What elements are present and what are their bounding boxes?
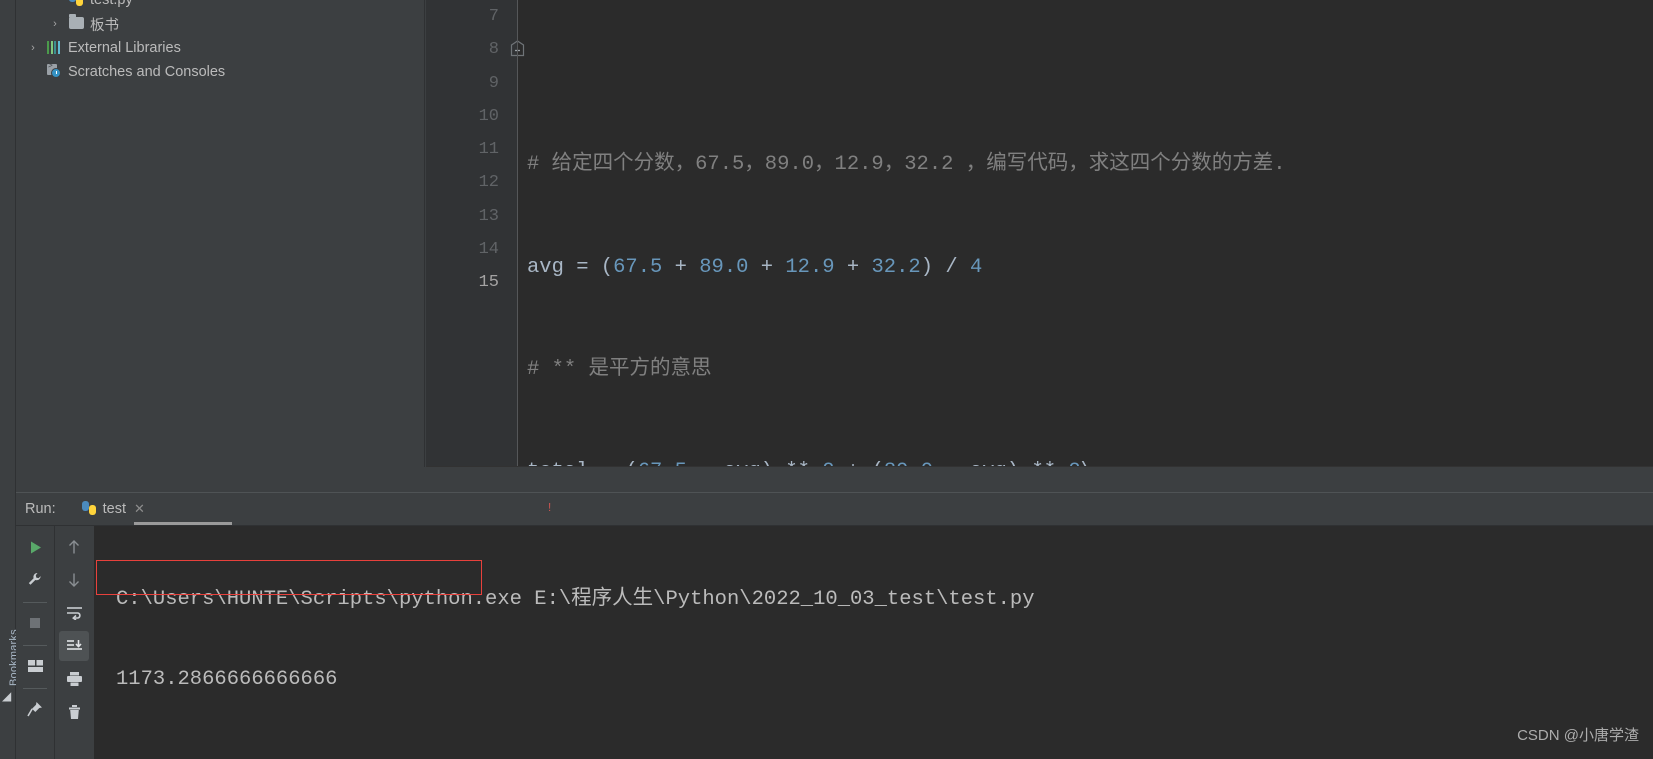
external-libraries-icon bbox=[44, 40, 64, 56]
line-number-current: 15 bbox=[478, 273, 499, 293]
pycharm-window: Bookmarks ◢ test.py › 板书 › External Libr… bbox=[0, 0, 1653, 759]
rerun-button[interactable] bbox=[20, 532, 50, 562]
line-number: 12 bbox=[478, 173, 499, 193]
console-marker-icon: ! bbox=[546, 501, 554, 515]
tree-item-label: Scratches and Consoles bbox=[68, 64, 226, 80]
tree-item-label: test.py bbox=[90, 0, 133, 8]
up-the-stack-trace-button[interactable] bbox=[59, 532, 89, 562]
run-panel-label: Run: bbox=[25, 500, 56, 517]
code-line-10[interactable]: # ** 是平方的意思 bbox=[517, 353, 1653, 386]
editor-status-strip bbox=[426, 467, 1653, 492]
line-number: 10 bbox=[478, 106, 499, 126]
code-text-area[interactable]: # 给定四个分数，67.5，89.0，12.9，32.2 ，编写代码，求这四个分… bbox=[517, 0, 1653, 467]
bookmark-flag-icon: ◢ bbox=[2, 689, 12, 703]
scroll-to-end-button[interactable] bbox=[59, 631, 89, 661]
editor-gutter[interactable]: 7 8 9 10 11 12 13 14 15 bbox=[426, 0, 517, 467]
folder-icon bbox=[66, 14, 86, 32]
project-tree-panel[interactable]: test.py › 板书 › External Libraries Scratc… bbox=[16, 0, 425, 492]
pin-tab-button[interactable] bbox=[20, 694, 50, 724]
toolbar-separator bbox=[23, 645, 47, 646]
run-panel-header: Run: test ✕ ! bbox=[16, 492, 1653, 525]
soft-wrap-button[interactable] bbox=[59, 598, 89, 628]
tree-item-label: 板书 bbox=[90, 17, 119, 34]
python-file-icon bbox=[81, 500, 96, 518]
print-button[interactable] bbox=[59, 664, 89, 694]
down-the-stack-trace-button[interactable] bbox=[59, 565, 89, 595]
line-number: 9 bbox=[488, 73, 499, 93]
scratches-icon bbox=[44, 62, 64, 80]
left-tool-strip: Bookmarks ◢ bbox=[0, 0, 20, 759]
python-file-icon bbox=[66, 0, 86, 8]
line-number: 11 bbox=[478, 140, 499, 160]
trash-icon[interactable] bbox=[59, 697, 89, 727]
tree-item-test-py[interactable]: test.py bbox=[16, 0, 425, 12]
code-editor[interactable]: 7 8 9 10 11 12 13 14 15 # 给定四个分数，67.5，89… bbox=[426, 0, 1653, 467]
toolbar-separator bbox=[23, 602, 47, 603]
console-output[interactable]: C:\Users\HUNTE\Scripts\python.exe E:\程序人… bbox=[94, 526, 1653, 759]
stop-button[interactable] bbox=[20, 608, 50, 638]
layout-button[interactable] bbox=[20, 651, 50, 681]
panel-filler bbox=[16, 467, 425, 492]
code-line-9[interactable]: avg = (67.5 + 89.0 + 12.9 + 32.2) / 4 bbox=[517, 251, 1653, 284]
console-line: C:\Users\HUNTE\Scripts\python.exe E:\程序人… bbox=[116, 588, 1035, 611]
line-number: 14 bbox=[478, 240, 499, 260]
toolbar-separator bbox=[23, 688, 47, 689]
run-tab-test[interactable]: test ✕ bbox=[78, 492, 232, 525]
code-line-7[interactable] bbox=[517, 46, 1653, 79]
close-icon[interactable]: ✕ bbox=[134, 501, 145, 517]
tree-item-external-libraries[interactable]: › External Libraries bbox=[16, 36, 425, 60]
tree-item-banshu[interactable]: › 板书 bbox=[16, 12, 425, 36]
chevron-right-icon[interactable]: › bbox=[48, 18, 62, 30]
run-tab-label: test bbox=[102, 500, 127, 517]
console-line: 1173.2866666666666 bbox=[116, 668, 338, 691]
settings-button[interactable] bbox=[20, 565, 50, 595]
chevron-right-icon[interactable]: › bbox=[26, 42, 40, 54]
tree-item-scratches-and-consoles[interactable]: Scratches and Consoles bbox=[16, 60, 425, 84]
watermark: CSDN @小唐学渣 bbox=[1517, 727, 1639, 744]
line-number: 13 bbox=[478, 206, 499, 226]
run-toolbar-right bbox=[55, 526, 93, 759]
run-toolbar-left bbox=[16, 526, 54, 759]
line-number: 8 bbox=[488, 40, 499, 60]
run-tool-window: Run: test ✕ ! C:\Users\HUNTE\Scripts\pyt… bbox=[16, 492, 1653, 759]
tree-item-label: External Libraries bbox=[68, 40, 181, 56]
line-number: 7 bbox=[488, 7, 499, 26]
code-line-8[interactable]: # 给定四个分数，67.5，89.0，12.9，32.2 ，编写代码，求这四个分… bbox=[517, 148, 1653, 181]
